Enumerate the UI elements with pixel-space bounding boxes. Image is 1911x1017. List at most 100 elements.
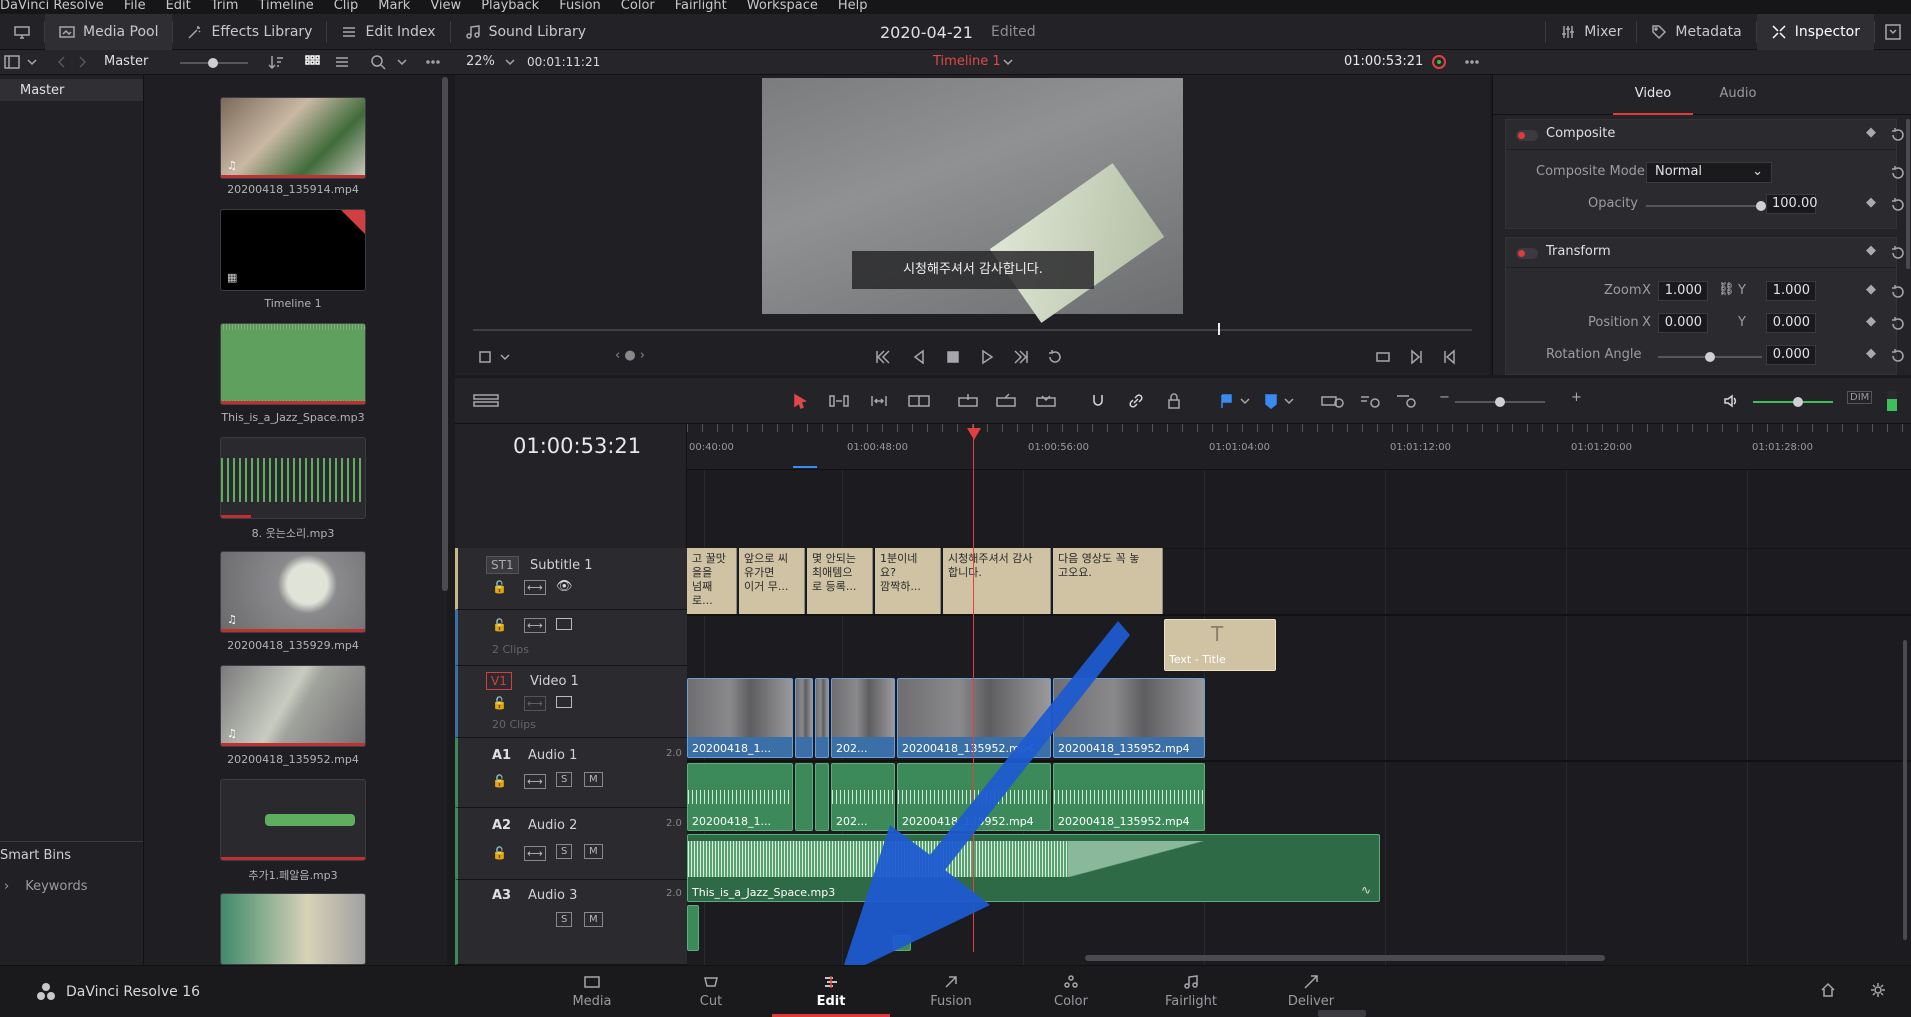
menu-item[interactable]: Timeline bbox=[258, 0, 313, 14]
track-video-1[interactable]: V1 Video 1 🔓 ⟷ 20 Clips bbox=[455, 666, 687, 738]
auto-select-icon[interactable]: ⟷ bbox=[524, 774, 546, 789]
text-title-clip[interactable]: T Text - Title bbox=[1164, 619, 1276, 671]
menu-item[interactable]: Fairlight bbox=[675, 0, 727, 14]
subtitle-clip[interactable]: 다음 영상도 꼭 놓 고오요. bbox=[1053, 548, 1163, 614]
subtitle-clip[interactable]: 1분이네 요? 깜짝하... bbox=[875, 548, 941, 614]
match-frame-icon[interactable] bbox=[1375, 349, 1391, 365]
rotation-slider[interactable] bbox=[1658, 352, 1762, 362]
track-audio-2[interactable]: A2 Audio 2 2.0 🔓 ⟷ S M bbox=[455, 808, 687, 880]
audio-clip-thumbnail[interactable] bbox=[220, 779, 366, 861]
volume-icon[interactable] bbox=[1723, 393, 1739, 409]
audio-clip[interactable] bbox=[815, 763, 829, 831]
bin-master[interactable]: Master bbox=[0, 79, 143, 101]
go-to-start-icon[interactable] bbox=[875, 349, 891, 365]
page-tab-fusion[interactable]: Fusion bbox=[892, 965, 1010, 1017]
reset-icon[interactable] bbox=[1890, 165, 1906, 181]
timeline-name[interactable]: Timeline 1 bbox=[933, 54, 1001, 69]
menu-item[interactable]: Help bbox=[838, 0, 868, 14]
audio-clip[interactable] bbox=[687, 905, 699, 951]
mute-button[interactable]: M bbox=[584, 772, 603, 787]
zoom-full-icon[interactable] bbox=[1321, 393, 1345, 409]
keyframe-icon[interactable]: ◆ bbox=[1866, 314, 1876, 329]
lock-icon[interactable]: 🔓 bbox=[492, 696, 507, 710]
composite-toggle[interactable] bbox=[1516, 130, 1538, 141]
playhead-marker[interactable] bbox=[967, 428, 981, 440]
play-icon[interactable] bbox=[979, 349, 995, 365]
chevron-down-icon[interactable] bbox=[394, 54, 410, 70]
gear-icon[interactable] bbox=[1870, 982, 1886, 998]
reset-icon[interactable] bbox=[1890, 197, 1906, 213]
menu-item[interactable]: Fusion bbox=[559, 0, 601, 14]
media-pool-button[interactable]: Media Pool bbox=[45, 13, 173, 50]
track-video-2[interactable]: 🔓 ⟷ 2 Clips bbox=[455, 610, 687, 666]
timeline-horizontal-scrollbar[interactable] bbox=[1085, 955, 1605, 961]
chevron-down-icon[interactable] bbox=[502, 54, 518, 70]
position-y-field[interactable]: 0.000 bbox=[1766, 313, 1816, 333]
snapping-icon[interactable] bbox=[1090, 393, 1106, 409]
track-subtitle-1[interactable]: ST1 Subtitle 1 🔓 ⟷ 👁 bbox=[455, 548, 687, 610]
viewer-scrubber[interactable] bbox=[473, 323, 1472, 335]
flag-icon[interactable] bbox=[1219, 393, 1235, 409]
menu-item[interactable]: Clip bbox=[334, 0, 359, 14]
lock-icon[interactable]: 🔓 bbox=[492, 580, 507, 594]
composite-mode-select[interactable]: Normal ⌄ bbox=[1646, 162, 1772, 183]
timeline-view-options-icon[interactable] bbox=[473, 393, 499, 409]
menu-item[interactable]: Trim bbox=[211, 0, 239, 14]
fade-curve-icon[interactable]: ∿ bbox=[1361, 883, 1371, 897]
media-clip-thumbnail[interactable]: ♫ bbox=[220, 551, 366, 633]
lock-icon[interactable]: 🔓 bbox=[492, 618, 507, 632]
jog-control[interactable]: ‹ ● › bbox=[615, 348, 645, 363]
reset-icon[interactable] bbox=[1890, 284, 1906, 300]
solo-button[interactable]: S bbox=[556, 844, 573, 859]
menu-item[interactable]: Mark bbox=[378, 0, 410, 14]
stop-icon[interactable] bbox=[945, 349, 961, 365]
slider-knob[interactable] bbox=[1705, 352, 1715, 362]
track-audio-3[interactable]: A3 Audio 3 2.0 S M bbox=[455, 880, 687, 965]
step-back-icon[interactable] bbox=[911, 349, 927, 365]
effects-library-button[interactable]: Effects Library bbox=[173, 14, 326, 50]
media-clip-thumbnail[interactable] bbox=[220, 893, 366, 965]
sidebar-toggle-icon[interactable] bbox=[4, 54, 20, 70]
search-icon[interactable] bbox=[370, 54, 386, 70]
dynamic-trim-icon[interactable] bbox=[868, 393, 890, 409]
chevron-down-icon[interactable] bbox=[1237, 393, 1253, 409]
keyframe-icon[interactable]: ◆ bbox=[1866, 125, 1876, 140]
rotation-field[interactable]: 0.000 bbox=[1766, 345, 1816, 365]
zoom-in-icon[interactable]: + bbox=[1571, 390, 1582, 405]
menu-item[interactable]: View bbox=[430, 0, 461, 14]
subtitle-clip[interactable]: 몇 안되는 최애템으 로 등록... bbox=[807, 548, 873, 614]
chevron-down-icon[interactable] bbox=[24, 54, 40, 70]
audio-clip-thumbnail[interactable] bbox=[220, 323, 366, 405]
prev-edit-icon[interactable] bbox=[1441, 349, 1457, 365]
page-tab-cut[interactable]: Cut bbox=[652, 965, 770, 1017]
media-pool-scrollbar[interactable] bbox=[442, 77, 448, 591]
more-options-icon[interactable] bbox=[1464, 54, 1480, 70]
timeline-ruler[interactable]: 00:40:00 01:00:48:00 01:00:56:00 01:01:0… bbox=[687, 424, 1911, 470]
menu-item[interactable]: File bbox=[124, 0, 146, 14]
reset-icon[interactable] bbox=[1890, 348, 1906, 364]
auto-select-icon[interactable]: ⟷ bbox=[524, 846, 546, 861]
keyframe-icon[interactable]: ◆ bbox=[1866, 195, 1876, 210]
track-enable-icon[interactable] bbox=[556, 618, 572, 630]
menu-item[interactable]: DaVinci Resolve bbox=[0, 0, 104, 14]
next-edit-icon[interactable] bbox=[1409, 349, 1425, 365]
scrubber-playhead[interactable] bbox=[1218, 323, 1220, 335]
menu-item[interactable]: Color bbox=[621, 0, 655, 14]
keyframe-icon[interactable]: ◆ bbox=[1866, 346, 1876, 361]
mute-button[interactable]: M bbox=[584, 844, 603, 859]
go-to-end-icon[interactable] bbox=[1013, 349, 1029, 365]
marker-icon[interactable] bbox=[1263, 393, 1279, 409]
reset-icon[interactable] bbox=[1890, 316, 1906, 332]
back-arrow-icon[interactable] bbox=[54, 54, 70, 70]
thumbnail-size-slider[interactable] bbox=[180, 58, 248, 68]
video-clip[interactable] bbox=[815, 678, 829, 758]
inspector-button[interactable]: Inspector bbox=[1756, 14, 1874, 50]
slider-knob[interactable] bbox=[208, 58, 218, 68]
transform-toggle[interactable] bbox=[1516, 248, 1538, 259]
color-wheel-icon[interactable] bbox=[1430, 53, 1448, 71]
eye-icon[interactable]: 👁 bbox=[556, 579, 573, 594]
home-icon[interactable] bbox=[1820, 982, 1836, 998]
audio-clip-thumbnail[interactable] bbox=[220, 437, 366, 519]
media-clip-thumbnail[interactable]: ♫ bbox=[220, 665, 366, 747]
mute-button[interactable]: M bbox=[584, 912, 603, 927]
